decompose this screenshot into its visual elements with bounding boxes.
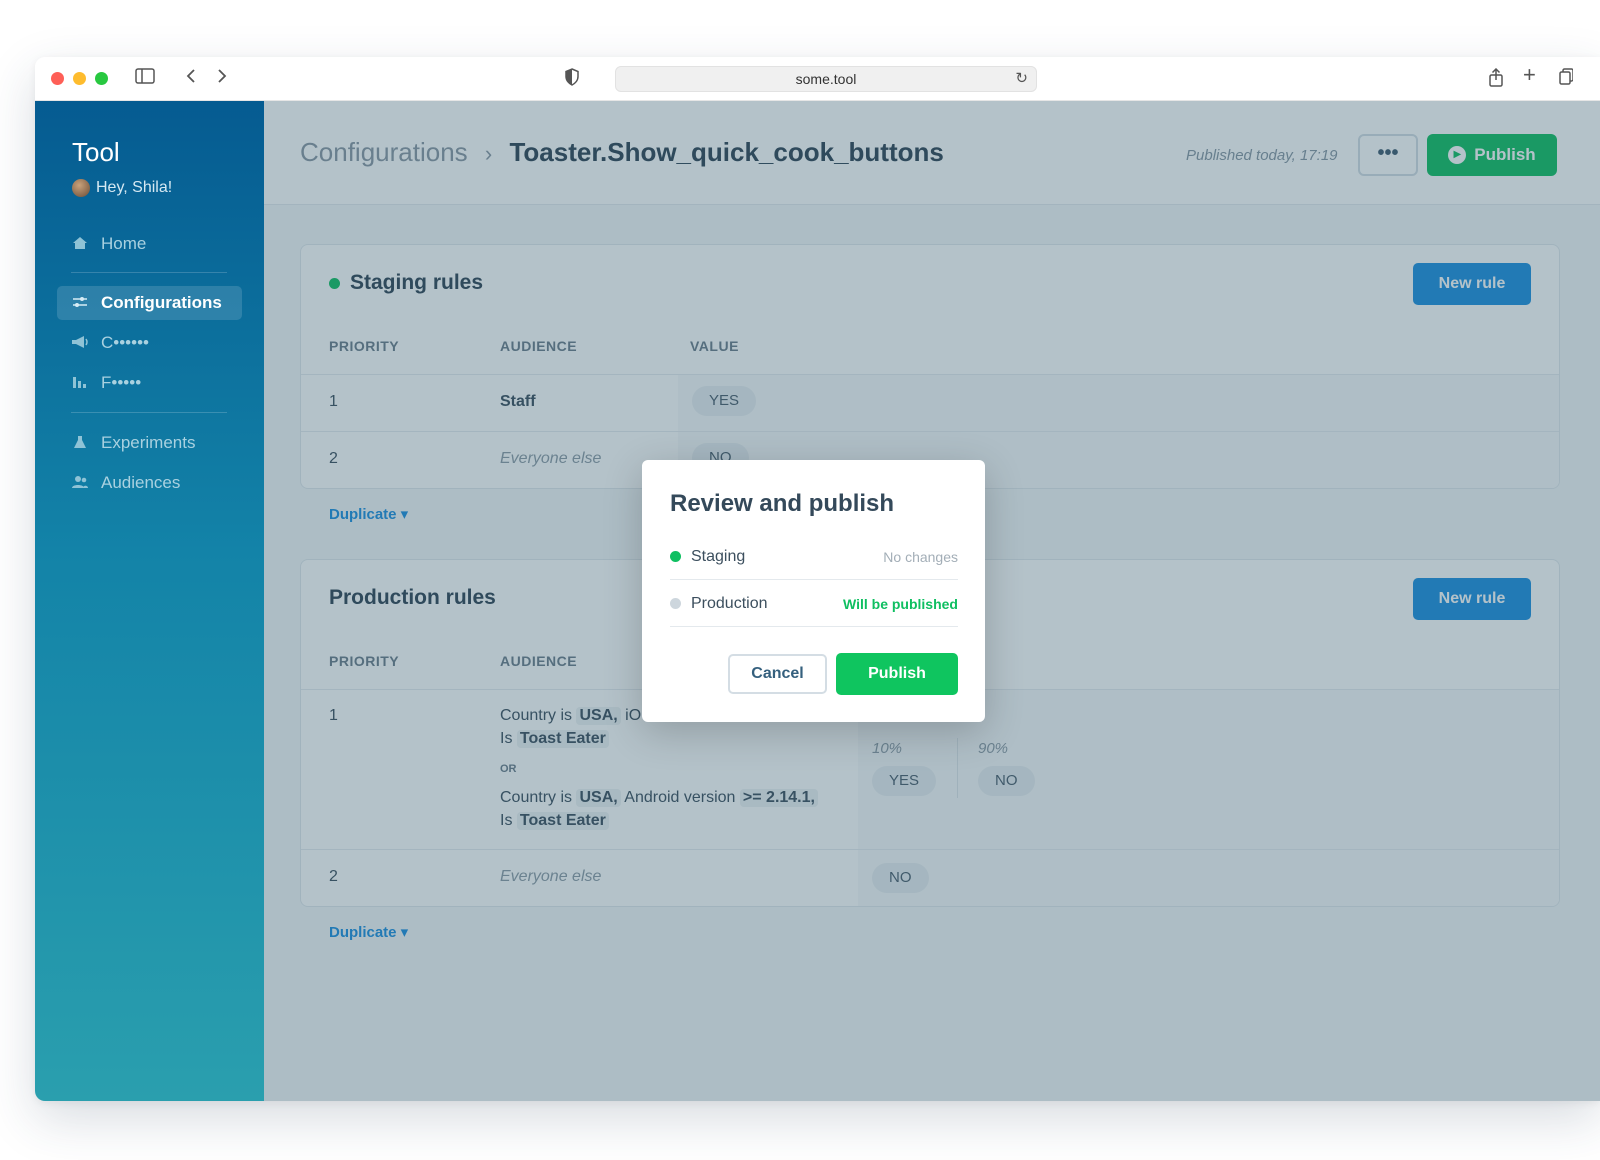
sidebar-item-configurations[interactable]: Configurations <box>57 286 242 320</box>
environment-name: Staging <box>691 547 746 565</box>
sidebar-item-audiences[interactable]: Audiences <box>57 466 242 500</box>
users-icon <box>71 475 89 492</box>
environment-status: Will be published <box>843 595 958 612</box>
sidebar: Tool Hey, Shila! Home Configurations C••… <box>35 101 264 1101</box>
zoom-window-button[interactable] <box>95 72 108 85</box>
minimize-window-button[interactable] <box>73 72 86 85</box>
sidebar-item-features[interactable]: F••••• <box>57 366 242 400</box>
home-icon <box>71 236 89 253</box>
sidebar-item-label: Configurations <box>101 293 222 312</box>
nav-divider <box>71 272 227 273</box>
close-window-button[interactable] <box>51 72 64 85</box>
address-bar-text: some.tool <box>795 71 857 87</box>
confirm-publish-button[interactable]: Publish <box>836 653 958 695</box>
nav-divider <box>71 412 227 413</box>
environment-row-staging: Staging No changes <box>670 534 958 580</box>
sidebar-item-campaigns[interactable]: C•••••• <box>57 326 242 360</box>
brand-name: Tool <box>72 137 120 167</box>
sidebar-item-label: Experiments <box>101 433 196 452</box>
reload-icon[interactable]: ↻ <box>1015 67 1028 91</box>
environment-status: No changes <box>883 548 958 565</box>
sidebar-item-experiments[interactable]: Experiments <box>57 426 242 460</box>
environment-name: Production <box>691 594 768 612</box>
sidebar-toggle-icon[interactable] <box>135 68 155 89</box>
status-dot <box>670 598 681 609</box>
review-publish-dialog: Review and publish Staging No changes Pr… <box>642 460 985 722</box>
browser-window: some.tool ↻ + Tool Hey, Shila! Home Conf… <box>35 57 1600 1101</box>
sidebar-item-label: Audiences <box>101 473 181 492</box>
share-icon[interactable] <box>1488 67 1504 93</box>
browser-titlebar: some.tool ↻ + <box>35 57 1600 101</box>
sidebar-item-label: C•••••• <box>101 333 149 352</box>
tab-overview-icon[interactable] <box>1559 68 1574 91</box>
sidebar-item-label: F••••• <box>101 373 142 392</box>
flask-icon <box>71 435 89 452</box>
sidebar-item-label: Home <box>101 234 147 253</box>
chevron-left-icon[interactable] <box>185 68 197 89</box>
environment-row-production: Production Will be published <box>670 581 958 627</box>
greeting-text: Hey, Shila! <box>96 179 173 196</box>
user-greeting: Hey, Shila! <box>72 179 172 197</box>
new-tab-icon[interactable]: + <box>1523 64 1536 86</box>
cancel-button[interactable]: Cancel <box>728 654 827 694</box>
avatar <box>72 179 90 197</box>
sliders-icon <box>71 295 89 311</box>
megaphone-icon <box>71 335 89 352</box>
sidebar-item-home[interactable]: Home <box>57 227 242 261</box>
dialog-title: Review and publish <box>670 490 895 517</box>
chevron-right-icon[interactable] <box>216 68 228 89</box>
bar-chart-icon <box>71 375 89 392</box>
status-dot <box>670 551 681 562</box>
privacy-shield-icon[interactable] <box>565 68 579 91</box>
address-bar[interactable]: some.tool ↻ <box>615 66 1037 92</box>
